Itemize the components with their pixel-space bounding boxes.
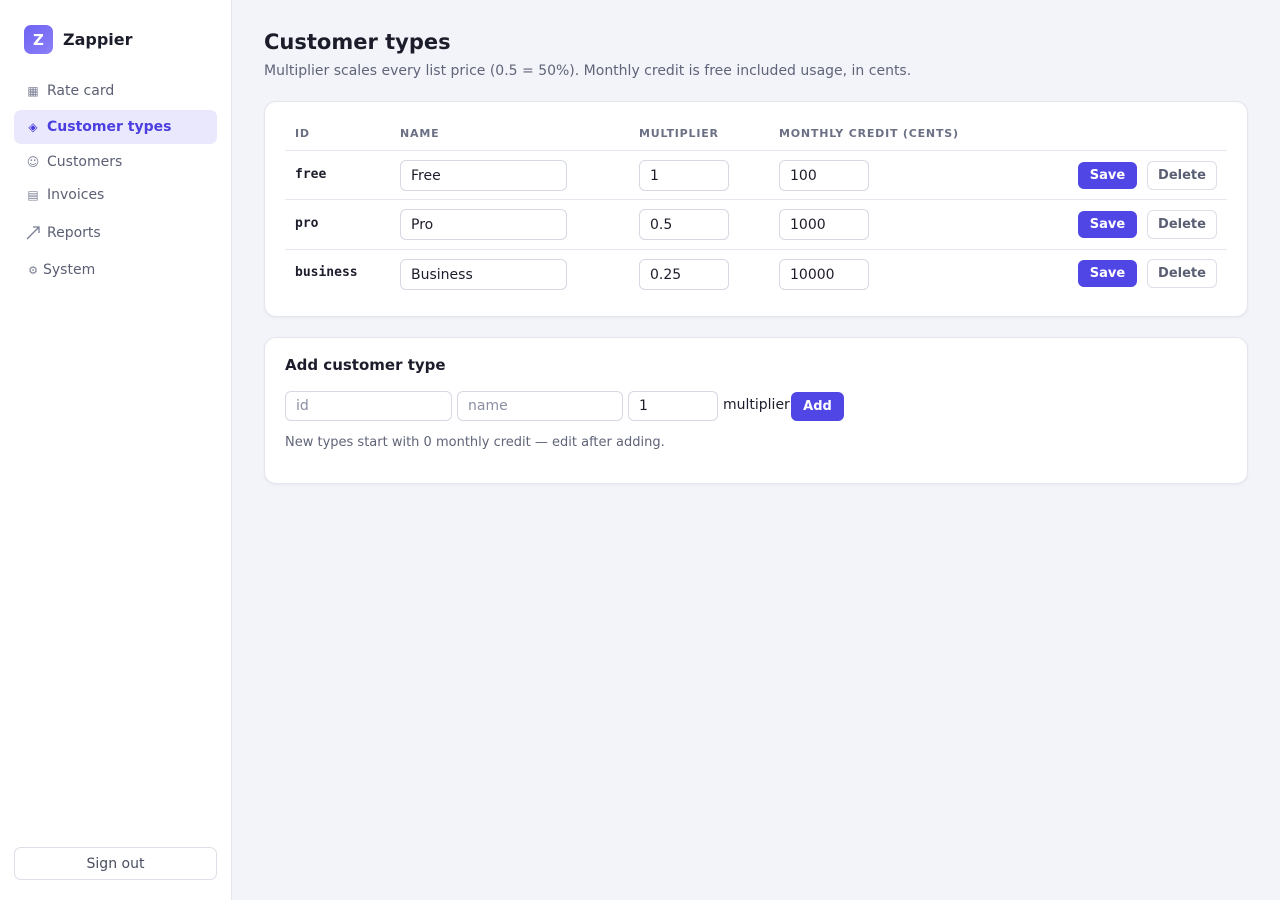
sidebar-item-label: Invoices — [47, 187, 105, 203]
name-input[interactable] — [400, 259, 567, 290]
row-id: business — [295, 265, 358, 280]
multiplier-label: multiplier — [723, 397, 790, 413]
row-id: free — [295, 167, 327, 182]
sidebar-item-label: Rate card — [47, 83, 115, 99]
brand[interactable]: Z Zappier — [24, 25, 133, 54]
new-name-input[interactable] — [457, 391, 623, 421]
multiplier-input[interactable] — [639, 259, 729, 290]
sidebar-item-label: Customers — [47, 154, 123, 170]
list-icon: ▤ — [27, 188, 39, 202]
new-id-input[interactable] — [285, 391, 452, 421]
sidebar-item-customers[interactable]: ☺ Customers — [14, 145, 217, 179]
name-input[interactable] — [400, 160, 567, 191]
column-header-monthly-credit: MONTHLY CREDIT (CENTS) — [779, 127, 959, 140]
row-id: pro — [295, 216, 319, 231]
add-button[interactable]: Add — [791, 392, 844, 421]
table-divider — [285, 199, 1227, 200]
add-section-title: Add customer type — [285, 356, 446, 374]
sign-out-button[interactable]: Sign out — [14, 847, 217, 880]
brand-name: Zappier — [63, 30, 133, 49]
monthly-credit-input[interactable] — [779, 259, 869, 290]
delete-button[interactable]: Delete — [1147, 161, 1217, 190]
sidebar-item-rate-card[interactable]: ▦ Rate card — [14, 74, 217, 108]
diamond-icon: ◈ — [28, 120, 38, 134]
sidebar-item-label: System — [43, 262, 96, 278]
save-button[interactable]: Save — [1078, 260, 1137, 287]
brand-logo: Z — [24, 25, 53, 54]
grid-icon: ▦ — [27, 84, 39, 98]
name-input[interactable] — [400, 209, 567, 240]
page-title: Customer types — [264, 30, 451, 54]
delete-button[interactable]: Delete — [1147, 210, 1217, 239]
table-divider — [285, 150, 1227, 151]
page-subtitle: Multiplier scales every list price (0.5 … — [264, 63, 912, 79]
sidebar-item-reports[interactable]: Reports — [14, 216, 217, 250]
column-header-multiplier: MULTIPLIER — [639, 127, 719, 140]
sidebar-item-label: Reports — [47, 225, 101, 241]
save-button[interactable]: Save — [1078, 211, 1137, 238]
add-help-text: New types start with 0 monthly credit — … — [285, 435, 665, 450]
column-header-id: ID — [295, 127, 310, 140]
new-multiplier-input[interactable] — [628, 391, 718, 421]
sidebar-item-customer-types[interactable]: ◈ Customer types — [14, 110, 217, 144]
multiplier-input[interactable] — [639, 209, 729, 240]
gear-icon: ⚙ — [28, 263, 38, 277]
monthly-credit-input[interactable] — [779, 209, 869, 240]
sidebar-item-invoices[interactable]: ▤ Invoices — [14, 178, 217, 212]
monthly-credit-input[interactable] — [779, 160, 869, 191]
multiplier-input[interactable] — [639, 160, 729, 191]
smiley-icon: ☺ — [26, 155, 40, 169]
trend-arrow-icon — [25, 226, 41, 240]
column-header-name: NAME — [400, 127, 440, 140]
sidebar-item-system[interactable]: ⚙ System — [14, 253, 217, 287]
delete-button[interactable]: Delete — [1147, 259, 1217, 288]
save-button[interactable]: Save — [1078, 162, 1137, 189]
sidebar: Z Zappier ▦ Rate card ◈ Customer types ☺… — [0, 0, 232, 900]
table-divider — [285, 249, 1227, 250]
sidebar-item-label: Customer types — [47, 119, 172, 135]
